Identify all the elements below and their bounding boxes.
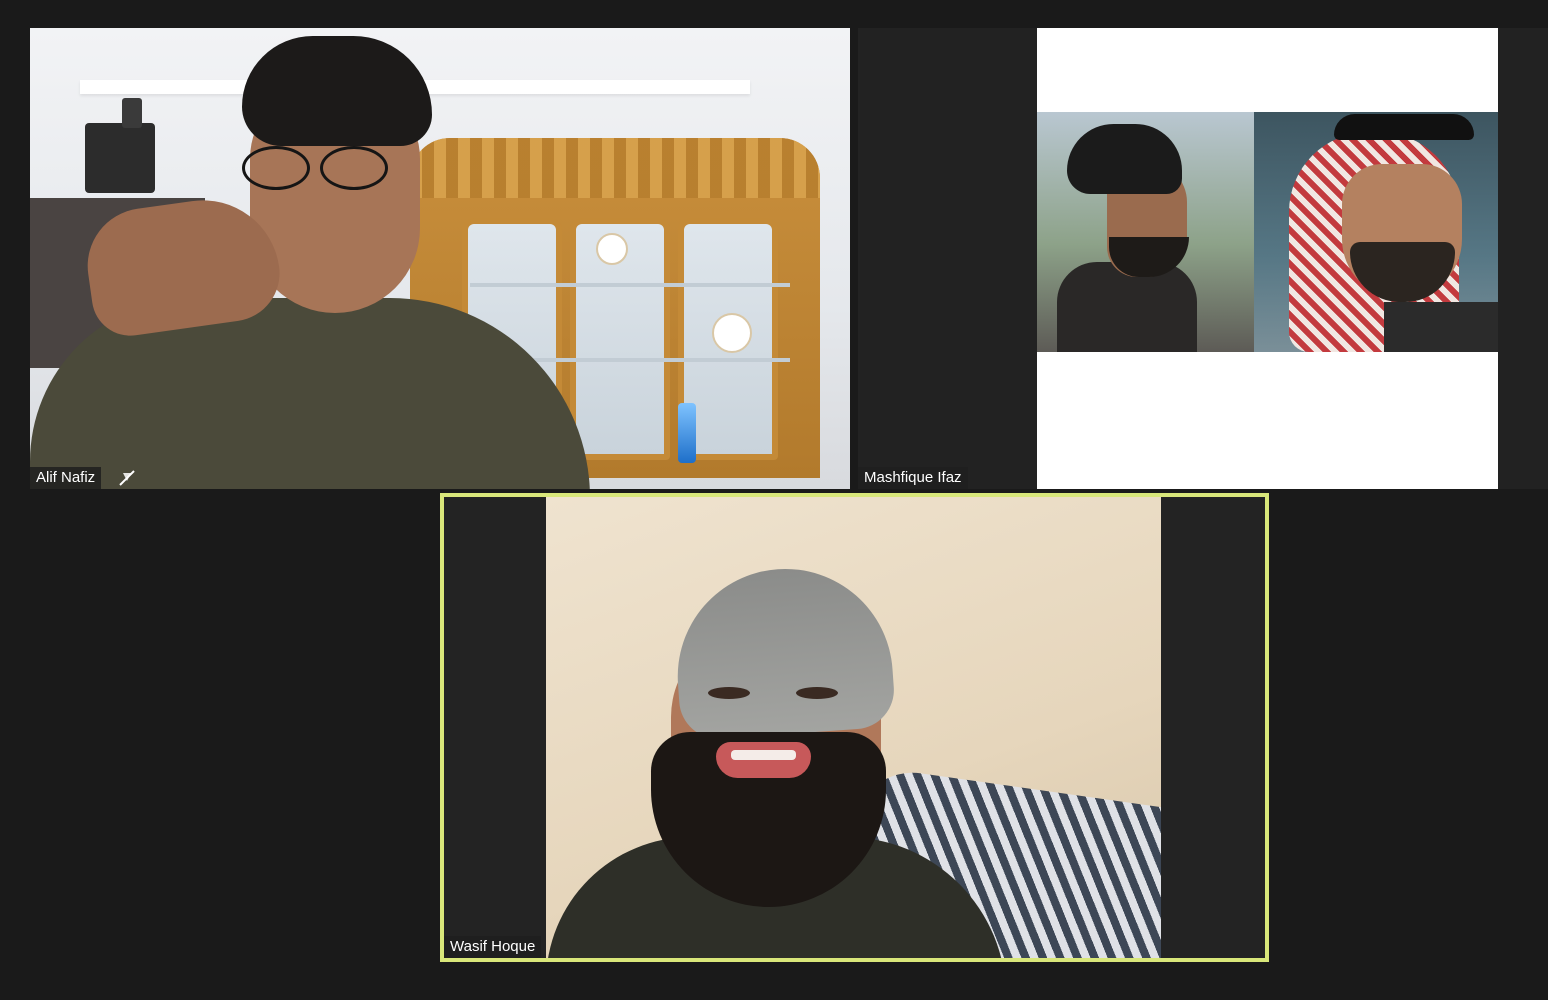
shared-image (1037, 28, 1498, 489)
speaker (85, 123, 155, 193)
dish (596, 233, 628, 265)
teeth (731, 750, 796, 760)
participant-name: Alif Nafiz (36, 469, 96, 486)
participant-name: Wasif Hoque (450, 938, 536, 955)
participant-video (546, 497, 1161, 958)
cabinet-shelf (470, 283, 790, 287)
mouth (716, 742, 811, 778)
robe (1384, 302, 1498, 352)
sanitizer-bottle (678, 403, 696, 463)
participant-name-label: Mashfique Ifaz (858, 467, 968, 489)
participant-name: Mashfique Ifaz (864, 469, 962, 486)
eye (708, 687, 750, 699)
eyeglasses (242, 146, 412, 190)
video-call-gallery: Alif Nafiz Mashfique Ifaz Wasif Hoque (0, 0, 1548, 1000)
participant-tile-wasif-hoque-active-speaker[interactable]: Wasif Hoque (440, 493, 1269, 962)
participant-name-label: Alif Nafiz (30, 467, 102, 489)
speaker-top (122, 98, 142, 128)
shared-photo-left (1037, 112, 1254, 352)
hair (1067, 124, 1182, 194)
participant-tile-alif-nafiz[interactable]: Alif Nafiz (30, 28, 850, 489)
decorative-plate (712, 313, 752, 353)
cabinet-crown (410, 138, 820, 198)
shared-photo-right (1254, 112, 1498, 352)
agal (1334, 114, 1474, 140)
muted-icon (119, 470, 135, 486)
participant-video (30, 28, 850, 489)
eye (796, 687, 838, 699)
participant-name-label: Wasif Hoque (444, 936, 542, 958)
beanie (670, 561, 897, 742)
participant-tile-mashfique-ifaz[interactable]: Mashfique Ifaz (858, 28, 1548, 489)
